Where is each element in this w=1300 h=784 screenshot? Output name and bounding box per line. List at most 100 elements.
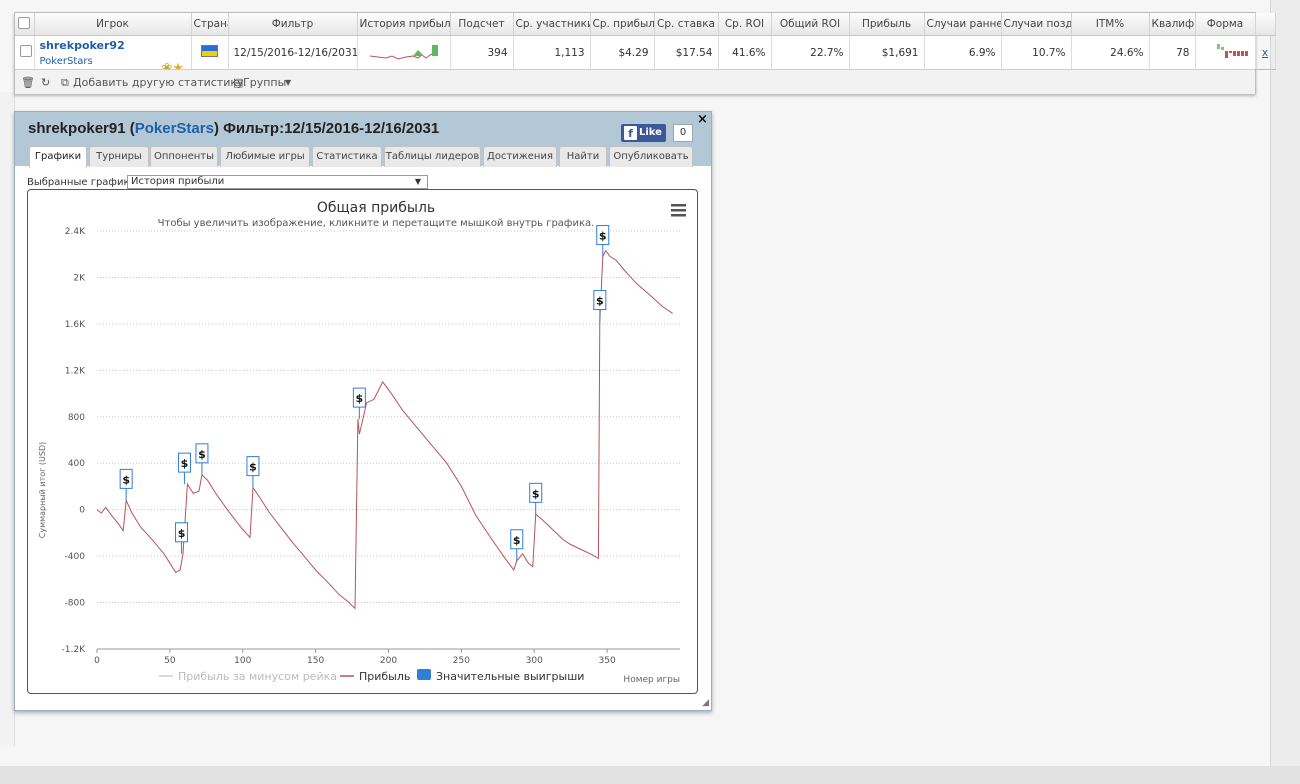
menu-icon-bar bbox=[671, 214, 686, 217]
x-tick-label: 300 bbox=[526, 656, 543, 666]
tab-leaderboards[interactable]: Таблицы лидеров bbox=[384, 146, 481, 167]
header-player[interactable]: Игрок bbox=[34, 13, 192, 36]
header-avg-stake[interactable]: Ср. ставка bbox=[654, 13, 719, 36]
header-total-roi[interactable]: Общий ROI bbox=[771, 13, 850, 36]
header-avg-profit[interactable]: Ср. прибыль bbox=[590, 13, 655, 36]
y-tick-label: 2K bbox=[73, 273, 86, 283]
select-all-checkbox-cell[interactable] bbox=[15, 13, 35, 36]
x-tick-label: 50 bbox=[164, 656, 176, 666]
chart-title: Общая прибыль bbox=[317, 200, 435, 216]
significant-win-marker[interactable]: $ bbox=[119, 468, 133, 501]
significant-win-marker[interactable]: $ bbox=[177, 452, 191, 485]
marker-label: $ bbox=[249, 461, 257, 474]
marker-label: $ bbox=[596, 295, 604, 308]
panel-site-link[interactable]: PokerStars bbox=[135, 120, 214, 137]
header-count[interactable]: Подсчет bbox=[450, 13, 514, 36]
menu-icon-bar bbox=[671, 204, 686, 207]
header-remove bbox=[1255, 13, 1276, 36]
filter-cell: 12/15/2016-12/16/2031 bbox=[228, 35, 358, 70]
tab-statistics[interactable]: Статистика bbox=[312, 146, 382, 167]
facebook-like-button[interactable]: f Like bbox=[621, 124, 666, 142]
add-stat-button[interactable]: Добавить другую статистику bbox=[73, 76, 244, 89]
tab-tournaments[interactable]: Турниры bbox=[89, 146, 149, 167]
x-tick-label: 100 bbox=[234, 656, 251, 666]
legend-rake-label[interactable]: Прибыль за минусом рейка bbox=[178, 670, 337, 683]
tab-achievements[interactable]: Достижения bbox=[483, 146, 557, 167]
profit-history-cell bbox=[357, 35, 451, 70]
significant-win-marker[interactable]: $ bbox=[529, 482, 543, 515]
y-axis-ticks: -1.2K -800 -400 0 400 800 1.2K 1.6K 2K 2.4K bbox=[62, 227, 87, 655]
itm-cell: 24.6% bbox=[1071, 35, 1150, 70]
header-late-finish[interactable]: Случаи поздней bbox=[1001, 13, 1072, 36]
legend-profit-label[interactable]: Прибыль bbox=[359, 670, 410, 683]
total-roi-cell: 22.7% bbox=[771, 35, 850, 70]
avg-stake-cell: $17.54 bbox=[654, 35, 719, 70]
groups-button[interactable]: Группы bbox=[243, 76, 286, 89]
header-filter[interactable]: Фильтр bbox=[228, 13, 358, 36]
header-country[interactable]: Страна bbox=[191, 13, 229, 36]
close-icon[interactable]: × bbox=[697, 112, 708, 127]
significant-win-marker[interactable]: $ bbox=[593, 290, 607, 322]
y-tick-label: 400 bbox=[68, 459, 85, 469]
form-bar bbox=[1232, 51, 1236, 56]
remove-row-link[interactable]: x bbox=[1262, 47, 1268, 59]
tab-publish[interactable]: Опубликовать bbox=[609, 146, 693, 167]
header-avg-entrants[interactable]: Ср. участники bbox=[513, 13, 591, 36]
menu-icon[interactable] bbox=[671, 204, 686, 217]
refresh-icon[interactable]: ↻ bbox=[41, 76, 50, 89]
row-checkbox[interactable] bbox=[20, 45, 32, 57]
profit-sparkline bbox=[369, 45, 438, 60]
form-bar bbox=[1236, 51, 1240, 56]
significant-win-marker[interactable]: $ bbox=[246, 456, 260, 488]
marker-label: $ bbox=[599, 230, 607, 243]
header-form[interactable]: Форма bbox=[1195, 13, 1256, 36]
x-tick-label: 150 bbox=[307, 656, 324, 666]
country-cell bbox=[191, 35, 229, 70]
header-avg-roi[interactable]: Ср. ROI bbox=[718, 13, 772, 36]
profit-chart[interactable]: Общая прибыль Чтобы увеличить изображени… bbox=[28, 190, 697, 693]
menu-icon-bar bbox=[671, 209, 686, 212]
x-tick-label: 200 bbox=[380, 656, 397, 666]
row-checkbox-cell[interactable] bbox=[15, 35, 35, 70]
y-tick-label: 2.4K bbox=[65, 227, 86, 237]
tab-charts[interactable]: Графики bbox=[29, 146, 87, 168]
resize-handle[interactable]: ◢ bbox=[702, 698, 709, 708]
player-name-link[interactable]: shrekpoker92 bbox=[40, 39, 186, 52]
panel-filter-label: Фильтр: bbox=[223, 120, 285, 137]
legend-wins-label[interactable]: Значительные выигрыши bbox=[436, 670, 584, 683]
sparkline-area bbox=[412, 50, 424, 56]
header-early-finish[interactable]: Случаи ранней bbox=[924, 13, 1002, 36]
form-chart bbox=[1216, 44, 1248, 58]
like-label: Like bbox=[639, 127, 662, 138]
form-cell bbox=[1195, 35, 1256, 70]
tab-favorite-games[interactable]: Любимые игры bbox=[220, 146, 310, 167]
profit-series-line bbox=[96, 249, 673, 610]
chevron-down-icon[interactable]: ▼ bbox=[285, 78, 291, 87]
player-profile-panel: shrekpoker91 (PokerStars) Фильтр:12/15/2… bbox=[14, 111, 712, 711]
chart-legend: Прибыль за минусом рейка Прибыль Значите… bbox=[159, 669, 584, 683]
header-qualifier[interactable]: Квалификация bbox=[1149, 13, 1196, 36]
trash-icon[interactable]: 🗑 bbox=[21, 76, 35, 89]
panel-title: shrekpoker91 (PokerStars) Фильтр:12/15/2… bbox=[28, 120, 440, 137]
chevron-down-icon: ▼ bbox=[414, 177, 421, 186]
significant-win-marker[interactable]: $ bbox=[175, 522, 189, 554]
select-all-checkbox[interactable] bbox=[18, 16, 31, 29]
avg-roi-cell: 41.6% bbox=[718, 35, 772, 70]
table-row: shrekpoker92 PokerStars ❀★ 12/15/2016-12… bbox=[15, 35, 1276, 70]
marker-label: $ bbox=[181, 457, 189, 470]
legend-wins-swatch bbox=[417, 669, 431, 680]
groups-icon: ▤ bbox=[233, 76, 244, 89]
significant-win-marker[interactable]: $ bbox=[195, 443, 209, 475]
marker-label: $ bbox=[356, 392, 364, 405]
y-axis-label: Суммарный итог (USD) bbox=[38, 442, 47, 539]
early-finish-cell: 6.9% bbox=[924, 35, 1002, 70]
header-profit-history[interactable]: История прибыли bbox=[357, 13, 451, 36]
chart-select[interactable]: История прибыли ▼ bbox=[127, 175, 428, 189]
remove-cell: x bbox=[1255, 35, 1276, 70]
tab-opponents[interactable]: Оппоненты bbox=[150, 146, 218, 167]
header-profit[interactable]: Прибыль bbox=[849, 13, 925, 36]
y-tick-label: 1.6K bbox=[65, 320, 86, 330]
header-itm[interactable]: ITM% bbox=[1071, 13, 1150, 36]
form-bar bbox=[1240, 51, 1244, 56]
tab-find[interactable]: Найти bbox=[559, 146, 607, 167]
